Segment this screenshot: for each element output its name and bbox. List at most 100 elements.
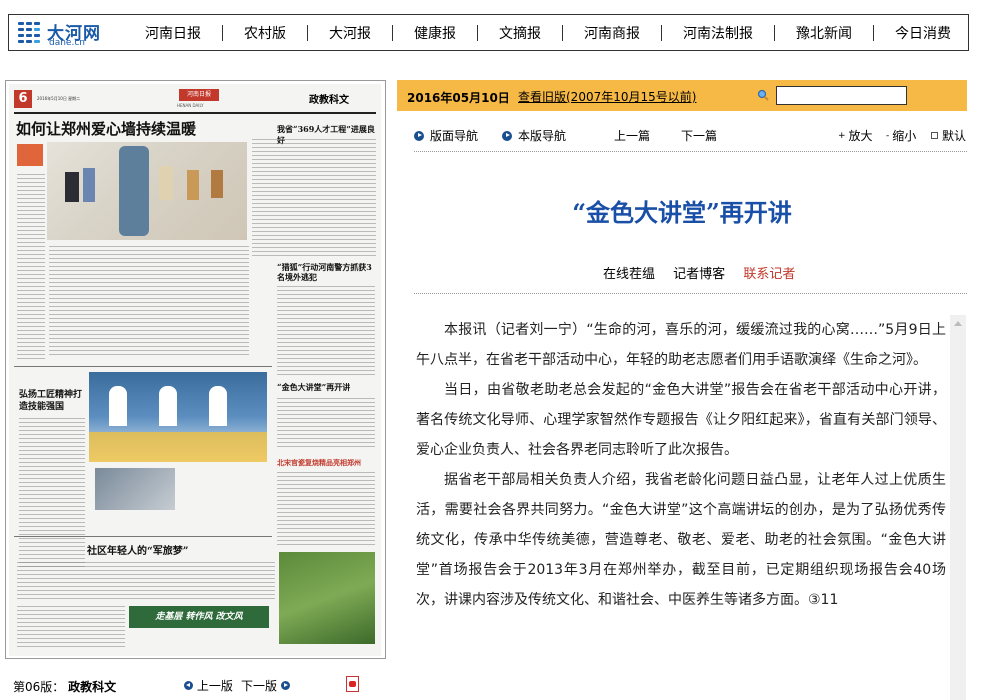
- article-meta: 在线茬缊 记者博客 联系记者: [603, 263, 809, 282]
- article-toolbar: 版面导航 本版导航 上一篇 下一篇 + 放大 - 缩小 默认: [414, 127, 969, 145]
- online-forum-link[interactable]: 在线茬缊: [603, 267, 655, 282]
- prev-edition-label: 上一版: [196, 679, 233, 693]
- text-column: [277, 286, 375, 376]
- text-column: [17, 562, 275, 602]
- header-rule: [14, 112, 376, 114]
- page-nav-button[interactable]: 版面导航: [414, 127, 478, 144]
- edition-number: 第06版：: [13, 680, 65, 694]
- dotted-divider: [414, 151, 967, 152]
- photo-tree-mural: [119, 146, 149, 236]
- page-date-line: 2016年5月10日 星期二: [37, 96, 81, 101]
- dotted-divider: [414, 293, 967, 294]
- logo-icon: [18, 22, 40, 43]
- nav-divider: [392, 24, 393, 41]
- date-bar: 2016年05月10日 查看旧版(2007年10月15号以前): [397, 80, 967, 111]
- photo-person: [209, 386, 227, 426]
- story-military-dream[interactable]: 社区年轻人的“军旅梦”: [87, 542, 189, 557]
- workshop-photo: [95, 468, 175, 510]
- text-column: [277, 398, 375, 450]
- nav-item-digest[interactable]: 文摘报: [499, 23, 541, 43]
- text-column: [252, 139, 376, 259]
- next-edition-label: 下一版: [241, 679, 278, 693]
- text-column: [49, 246, 249, 358]
- arrow-left-icon: [184, 681, 193, 690]
- nav-item-rural-edition[interactable]: 农村版: [244, 23, 286, 43]
- prev-article-label: 上一篇: [614, 129, 651, 143]
- nav-item-dahe-daily[interactable]: 大河报: [329, 23, 371, 43]
- article-paragraph: 据省老干部局相关负责人介绍，我省老龄化问题日益凸显，让老年人过上优质生活，需要社…: [416, 472, 946, 608]
- newspaper-page-image[interactable]: 6 2016年5月10日 星期二 河南日报 HENAN DAILY 政教科文 如…: [9, 84, 381, 656]
- photo-person: [159, 386, 177, 426]
- newspaper-page-frame[interactable]: 6 2016年5月10日 星期二 河南日报 HENAN DAILY 政教科文 如…: [5, 80, 386, 659]
- section-nav-label: 本版导航: [518, 129, 567, 143]
- nav-item-health-news[interactable]: 健康报: [414, 23, 456, 43]
- prev-article-button[interactable]: 上一篇: [614, 127, 650, 144]
- contact-reporter-link[interactable]: 联系记者: [743, 267, 795, 282]
- photo-table: [89, 432, 267, 462]
- section-nav-button[interactable]: 本版导航: [502, 127, 566, 144]
- masthead: 河南日报: [179, 89, 219, 101]
- zoom-in-button[interactable]: + 放大: [838, 127, 873, 144]
- old-version-link[interactable]: 查看旧版(2007年10月15号以前): [518, 88, 696, 105]
- issue-date: 2016年05月10日: [407, 91, 510, 105]
- nav-divider: [873, 24, 874, 41]
- nav-divider: [307, 24, 308, 41]
- page-number-badge: 6: [14, 90, 32, 108]
- search-icon[interactable]: [757, 89, 769, 101]
- story-craftsman[interactable]: 弘扬工匠精神打造技能强国: [19, 389, 85, 413]
- masthead-en: HENAN DAILY: [177, 103, 204, 108]
- photo-person: [109, 386, 127, 426]
- arrow-right-icon: [502, 130, 512, 141]
- search-input[interactable]: [776, 86, 907, 105]
- article-paragraph: 本报讯（记者刘一宁）“生命的河，喜乐的河，缓缓流过我的心窝……”5月9日上午八点…: [416, 322, 946, 368]
- nav-divider: [477, 24, 478, 41]
- page-headline[interactable]: 如何让郑州爱心墙持续温暖: [16, 118, 196, 139]
- pdf-icon[interactable]: [346, 676, 359, 692]
- prev-edition-link[interactable]: 上一版: [184, 677, 233, 694]
- default-size-button[interactable]: 默认: [931, 127, 966, 144]
- love-wall-photo: [47, 142, 247, 240]
- story-golden-lecture[interactable]: “金色大讲堂”再开讲: [277, 382, 350, 393]
- students-photo: [89, 372, 267, 462]
- photo-coat: [83, 168, 95, 202]
- article-body: 本报讯（记者刘一宁）“生命的河，喜乐的河，缓缓流过我的心窝……”5月9日上午八点…: [416, 315, 946, 615]
- zoom-out-button[interactable]: - 缩小: [886, 127, 916, 144]
- scroll-up-icon[interactable]: [954, 321, 962, 326]
- site-logo[interactable]: 大河网 dahe.cn: [17, 18, 117, 48]
- reporter-blog-link[interactable]: 记者博客: [673, 267, 725, 282]
- story-fox-hunt[interactable]: “猎狐”行动河南警方抓获3名境外逃犯: [277, 262, 377, 282]
- article-paragraph: 当日，由省敬老助老总会发起的“金色大讲堂”报告会在省老干部活动中心开讲，著名传统…: [416, 382, 946, 458]
- edition-label: 第06版： 政教科文: [13, 678, 213, 695]
- photo-coat: [211, 170, 223, 198]
- nav-divider: [661, 24, 662, 41]
- photo-coat: [159, 166, 173, 200]
- slogan-banner: 走基层 转作风 改文风: [129, 606, 269, 628]
- plus-icon: +: [838, 130, 846, 141]
- logo-domain: dahe.cn: [49, 38, 85, 48]
- next-edition-link[interactable]: 下一版: [241, 677, 290, 694]
- article-title: “金色大讲堂”再开讲: [572, 198, 792, 227]
- photo-coat: [65, 172, 79, 202]
- photo-coat: [187, 170, 199, 200]
- section-rule: [14, 366, 272, 367]
- next-article-label: 下一篇: [681, 129, 718, 143]
- nav-item-henan-daily[interactable]: 河南日报: [145, 23, 201, 43]
- zoom-out-label: 缩小: [892, 129, 917, 143]
- text-column: [17, 174, 45, 360]
- square-icon: [931, 132, 938, 139]
- column-logo: [17, 144, 43, 166]
- article-scrollbar[interactable]: [950, 315, 966, 700]
- nav-item-yubei-news[interactable]: 豫北新闻: [796, 23, 852, 43]
- text-column: [17, 606, 125, 648]
- story-porcelain[interactable]: 北宋官瓷复烧精品亮相郑州: [277, 458, 361, 468]
- paper-nav: 河南日报 农村版 大河报 健康报 文摘报 河南商报 河南法制报 豫北新闻 今日消…: [145, 15, 951, 50]
- arrow-right-icon: [280, 681, 290, 690]
- tea-garden-photo: [279, 552, 375, 644]
- nav-item-business-daily[interactable]: 河南商报: [584, 23, 640, 43]
- top-nav-bar: 大河网 dahe.cn 河南日报 农村版 大河报 健康报 文摘报 河南商报 河南…: [8, 14, 969, 51]
- minus-icon: -: [886, 130, 890, 141]
- nav-item-legal-daily[interactable]: 河南法制报: [683, 23, 753, 43]
- next-article-button[interactable]: 下一篇: [681, 127, 717, 144]
- zoom-in-label: 放大: [848, 129, 873, 143]
- nav-item-consumer-today[interactable]: 今日消费: [895, 23, 951, 43]
